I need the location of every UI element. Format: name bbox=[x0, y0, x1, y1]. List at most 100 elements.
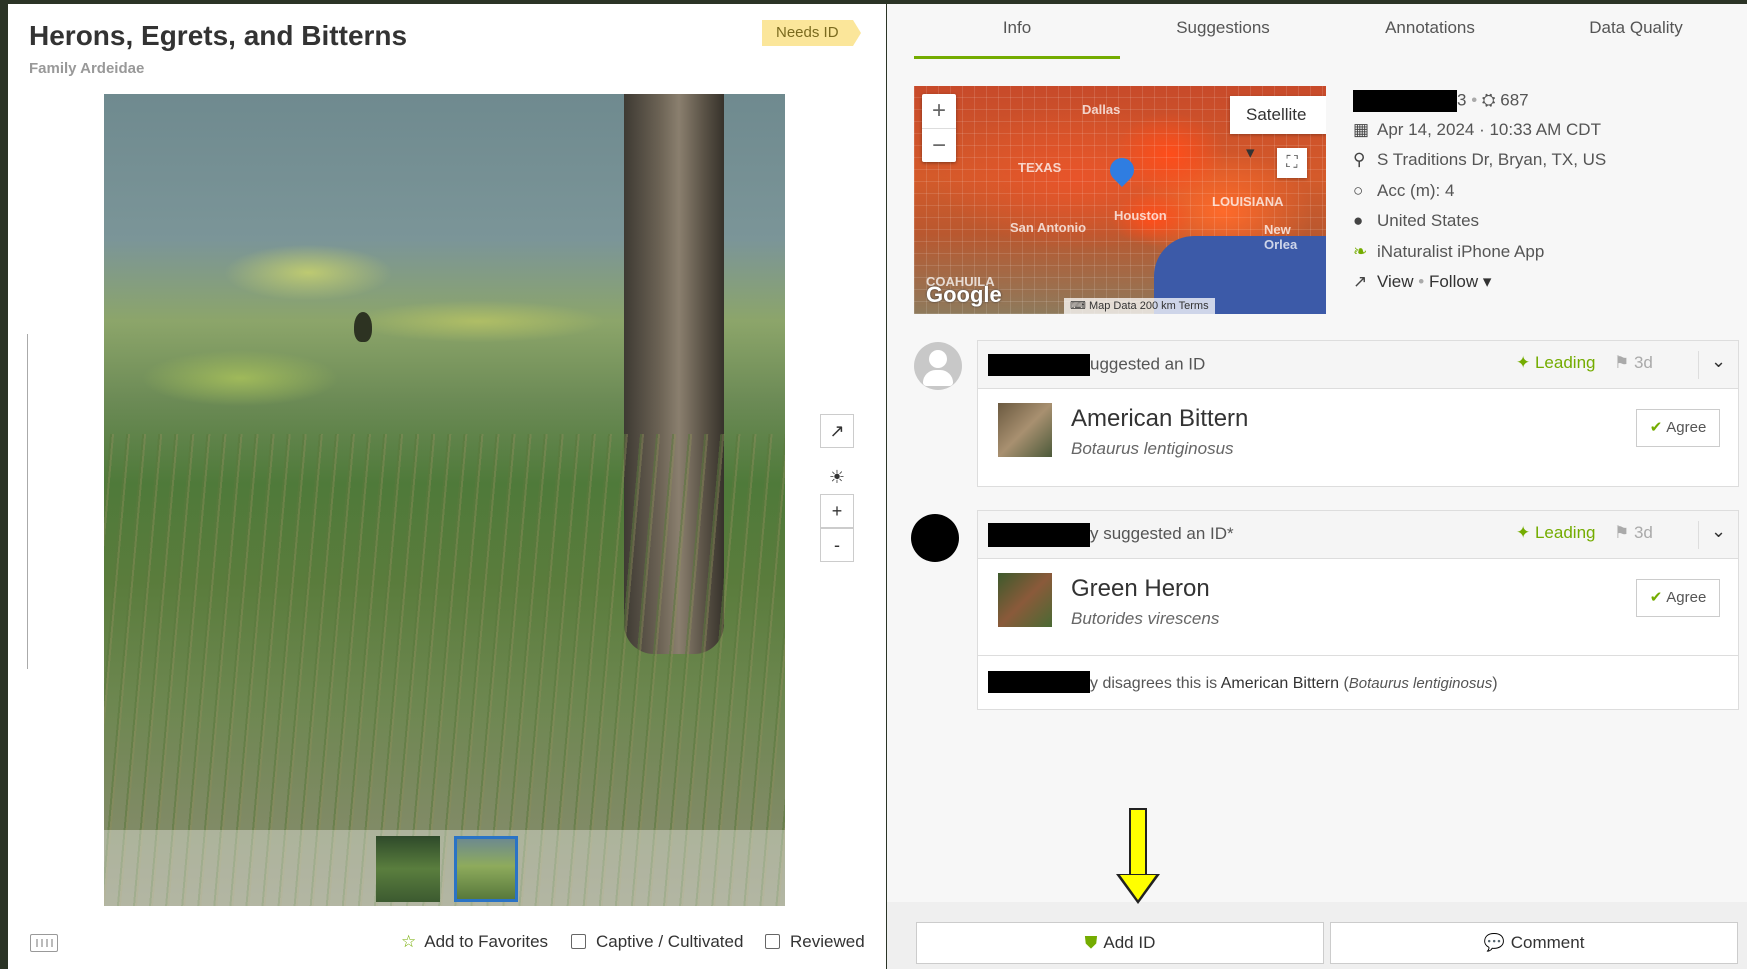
follow-dropdown[interactable]: Follow ▾ bbox=[1429, 272, 1491, 291]
external-link-icon: ↗ bbox=[1353, 272, 1368, 291]
taxon-photo[interactable] bbox=[998, 573, 1052, 627]
identification-card: y suggested an ID* ✦ Leading ⚑ 3d ⌄ Gree… bbox=[977, 510, 1739, 710]
identification-header: uggested an ID ✦ Leading ⚑ 3d ⌄ bbox=[978, 341, 1738, 389]
avatar[interactable] bbox=[914, 342, 962, 390]
add-id-label: Add ID bbox=[1103, 933, 1156, 952]
agree-label: Agree bbox=[1666, 419, 1707, 436]
taxon-scientific-name: Butorides virescens bbox=[1071, 609, 1220, 628]
reviewed-label: Reviewed bbox=[790, 932, 865, 951]
calendar-icon: ▦ bbox=[1353, 120, 1370, 139]
tab-annotations[interactable]: Annotations bbox=[1327, 18, 1533, 38]
view-follow-line: ↗ View • Follow ▾ bbox=[1353, 272, 1492, 291]
map-zoom-in-button[interactable]: + bbox=[922, 94, 956, 128]
leading-status: ✦ Leading bbox=[1516, 353, 1595, 373]
username-suffix[interactable]: 3 bbox=[1457, 90, 1466, 109]
tab-info[interactable]: Info bbox=[914, 18, 1120, 38]
accuracy-line: ○ Acc (m): 4 bbox=[1353, 181, 1454, 201]
chevron-down-icon[interactable]: ⌄ bbox=[1698, 351, 1726, 379]
comment-icon: 💬 bbox=[1483, 933, 1505, 952]
divider bbox=[978, 655, 1738, 656]
comment-button[interactable]: 💬 Comment bbox=[1330, 922, 1738, 964]
map-attribution: ⌨ Map Data 200 km Terms bbox=[1064, 298, 1215, 314]
map-label: TEXAS bbox=[1018, 160, 1062, 175]
map-type-select[interactable]: Satellite ▾ bbox=[1230, 96, 1326, 162]
photo-thumbnail-2-selected[interactable] bbox=[454, 836, 518, 902]
arrow-shaft bbox=[1129, 808, 1147, 876]
page-title[interactable]: Herons, Egrets, and Bitterns bbox=[29, 20, 407, 52]
tab-data-quality[interactable]: Data Quality bbox=[1533, 18, 1739, 38]
identifier-line: uggested an ID bbox=[988, 354, 1205, 376]
leading-label: Leading bbox=[1534, 523, 1596, 542]
redacted-username bbox=[1353, 90, 1457, 112]
star-icon: ☆ bbox=[401, 932, 417, 951]
map-label: Houston bbox=[1114, 208, 1167, 223]
redacted-username bbox=[988, 523, 1090, 547]
disagreement-note: y disagrees this is American Bittern (Bo… bbox=[988, 671, 1498, 693]
add-id-button[interactable]: ⛊ Add ID bbox=[916, 922, 1324, 964]
taxon-common-name[interactable]: Green Heron bbox=[1071, 575, 1210, 603]
country-line: ● United States bbox=[1353, 211, 1479, 231]
checkbox-icon bbox=[765, 934, 780, 949]
reviewed-checkbox[interactable]: Reviewed bbox=[765, 932, 865, 952]
binoculars-icon: ⛭ bbox=[1481, 90, 1496, 110]
follow-label: Follow bbox=[1428, 272, 1479, 291]
location-text: S Traditions Dr, Bryan, TX, US bbox=[1377, 150, 1607, 169]
sun-icon[interactable]: ☀ bbox=[820, 460, 854, 494]
disagreement-taxon-scientific: Botaurus lentiginosus bbox=[1348, 675, 1493, 692]
identifier-line: y suggested an ID* bbox=[988, 523, 1234, 547]
map-label: LOUISIANA bbox=[1212, 194, 1284, 209]
taxon-scientific-name: Botaurus lentiginosus bbox=[1071, 439, 1234, 458]
observation-count: 687 bbox=[1500, 90, 1529, 110]
disagreement-taxon[interactable]: American Bittern bbox=[1221, 675, 1339, 692]
taxon-photo[interactable] bbox=[998, 403, 1052, 457]
zoom-in-button[interactable]: + bbox=[820, 494, 854, 528]
tab-bar: Info Suggestions Annotations Data Qualit… bbox=[887, 4, 1747, 60]
checkbox-icon bbox=[571, 934, 586, 949]
agree-button[interactable]: ✔ Agree bbox=[1636, 409, 1720, 447]
map-label: Dallas bbox=[1082, 102, 1121, 117]
thumbnail-strip bbox=[104, 830, 785, 906]
map-terms-link[interactable]: Terms bbox=[1179, 300, 1209, 312]
map-zoom-controls: + − bbox=[922, 94, 956, 162]
keyboard-icon[interactable] bbox=[30, 934, 58, 952]
arrow-head-fill bbox=[1120, 875, 1156, 900]
date-line: ▦ Apr 14, 2024 · 10:33 AM CDT bbox=[1353, 120, 1601, 140]
shield-icon: ⛊ bbox=[1084, 933, 1098, 952]
photo-bird bbox=[354, 312, 372, 342]
circle-icon: ○ bbox=[1353, 181, 1364, 200]
identification-header: y suggested an ID* ✦ Leading ⚑ 3d ⌄ bbox=[978, 511, 1738, 559]
external-link-icon[interactable]: ↗ bbox=[820, 414, 854, 448]
comment-label: Comment bbox=[1510, 933, 1585, 952]
photo-thumbnail-1[interactable] bbox=[376, 836, 440, 902]
observation-map[interactable]: Dallas TEXAS San Antonio Houston LOUISIA… bbox=[914, 86, 1326, 314]
chevron-down-icon[interactable]: ⌄ bbox=[1698, 521, 1726, 549]
map-type-label: Satellite bbox=[1246, 105, 1307, 124]
globe-icon: ● bbox=[1353, 211, 1364, 230]
tab-suggestions[interactable]: Suggestions bbox=[1120, 18, 1326, 38]
redacted-username bbox=[988, 354, 1090, 376]
map-zoom-out-button[interactable]: − bbox=[922, 128, 956, 162]
keyboard-icon[interactable]: ⌨ bbox=[1070, 300, 1086, 312]
flag-icon: ⚑ bbox=[1614, 523, 1634, 542]
flag-icon: ⚑ bbox=[1614, 353, 1634, 372]
map-scale[interactable]: 200 km bbox=[1140, 300, 1176, 312]
map-data-link[interactable]: Map Data bbox=[1089, 300, 1137, 312]
zoom-out-button[interactable]: - bbox=[820, 528, 854, 562]
avatar[interactable] bbox=[911, 514, 959, 562]
agree-label: Agree bbox=[1666, 589, 1707, 606]
agree-button[interactable]: ✔ Agree bbox=[1636, 579, 1720, 617]
annotation-arrow bbox=[1116, 808, 1160, 908]
inat-leaf-icon: ❧ bbox=[1353, 242, 1368, 261]
check-icon: ✔ bbox=[1649, 589, 1663, 606]
observation-photo[interactable] bbox=[104, 94, 785, 906]
identification-action: y suggested an ID* bbox=[1090, 524, 1234, 543]
captive-checkbox[interactable]: Captive / Cultivated bbox=[571, 932, 743, 952]
google-logo: Google bbox=[926, 282, 1002, 307]
observation-info-panel: Info Suggestions Annotations Data Qualit… bbox=[887, 4, 1747, 969]
view-link[interactable]: View bbox=[1377, 272, 1414, 291]
taxon-common-name[interactable]: American Bittern bbox=[1071, 405, 1248, 433]
fullscreen-icon[interactable]: ⛶ bbox=[1277, 148, 1307, 178]
observation-photo-panel: Herons, Egrets, and Bitterns Family Arde… bbox=[8, 4, 886, 969]
captive-label: Captive / Cultivated bbox=[596, 932, 744, 951]
add-to-favorites[interactable]: ☆ Add to Favorites bbox=[401, 932, 548, 952]
